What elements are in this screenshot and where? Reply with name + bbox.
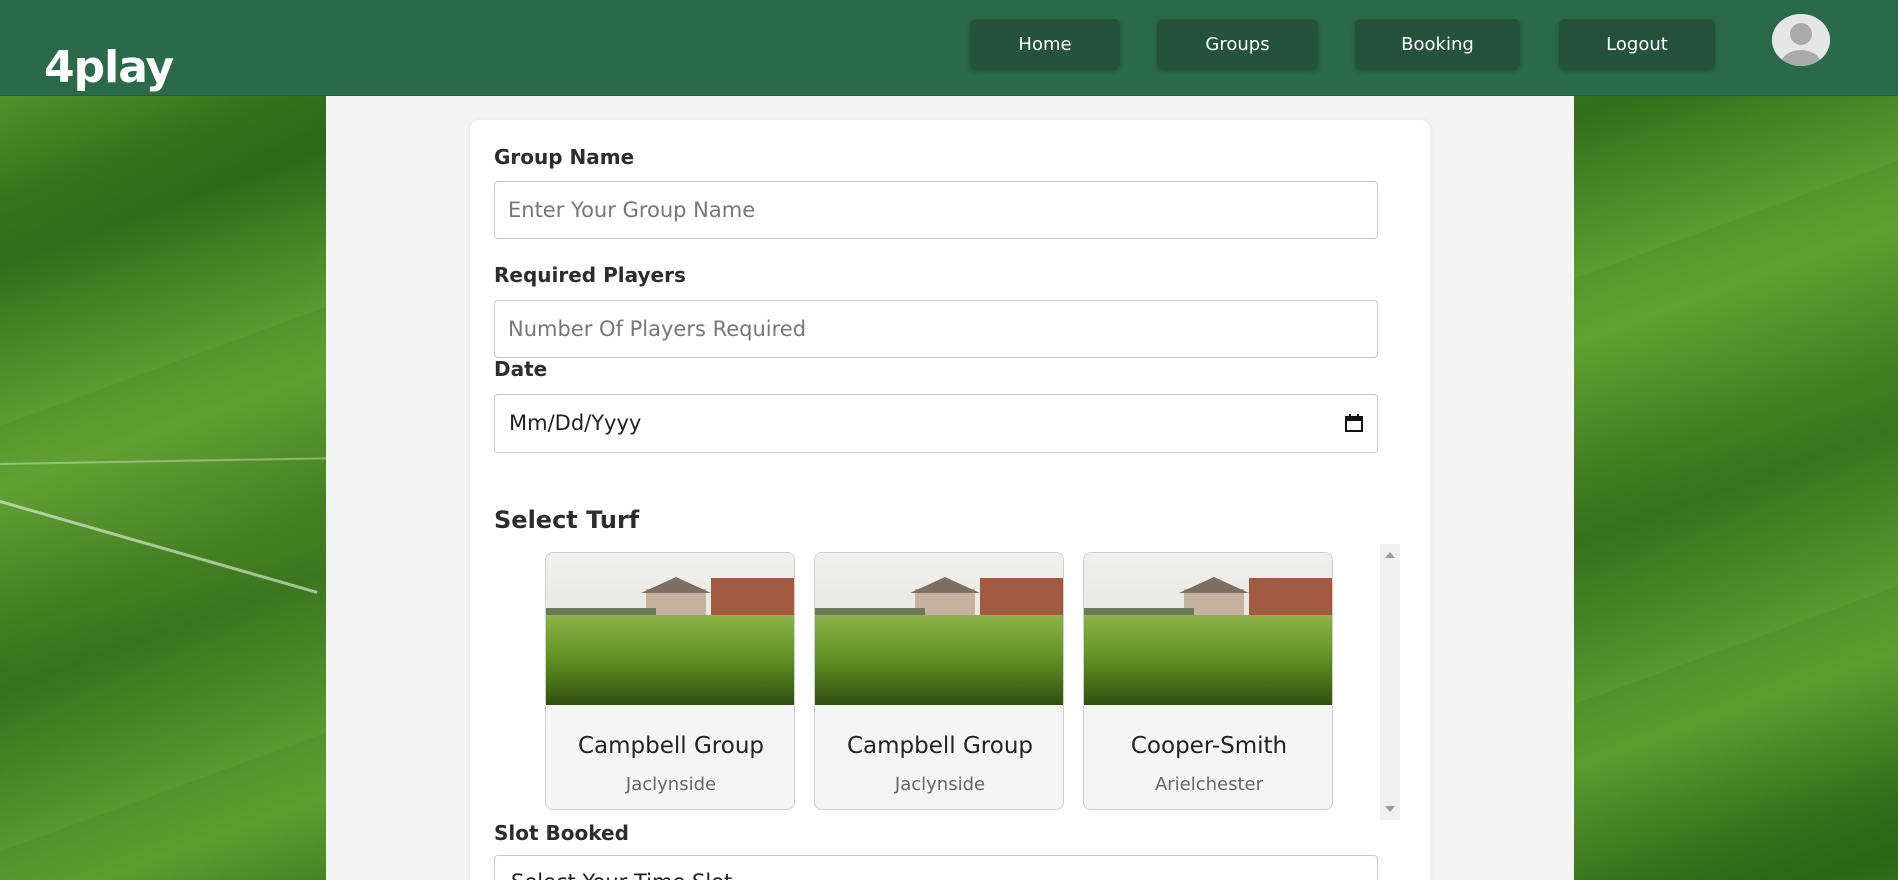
turf-card[interactable]: Campbell Group Jaclynside	[814, 552, 1064, 810]
turf-image	[815, 553, 1063, 705]
calendar-icon[interactable]	[1345, 413, 1363, 437]
turf-image	[546, 553, 794, 705]
required-players-label: Required Players	[494, 263, 686, 287]
turf-name: Campbell Group	[577, 733, 765, 759]
required-players-input[interactable]	[494, 300, 1378, 358]
turf-location: Arielchester	[1154, 774, 1264, 795]
main-panel: Group Name Required Players Date Mm/Dd/Y…	[326, 96, 1574, 880]
top-header: 4play Home Groups Booking Logout	[0, 0, 1898, 96]
turf-location: Jaclynside	[625, 774, 717, 795]
create-group-form: Group Name Required Players Date Mm/Dd/Y…	[470, 120, 1430, 880]
scroll-down-icon[interactable]	[1385, 806, 1395, 812]
turf-name: Cooper-Smith	[1130, 733, 1288, 759]
slot-booked-label: Slot Booked	[494, 821, 629, 845]
nav-groups-button[interactable]: Groups	[1157, 19, 1318, 69]
turf-card[interactable]: Cooper-Smith Arielchester	[1083, 552, 1333, 810]
time-slot-select[interactable]: Select Your Time Slot	[494, 855, 1378, 880]
scroll-up-icon[interactable]	[1385, 552, 1395, 558]
group-name-input[interactable]	[494, 181, 1378, 239]
app-logo[interactable]: 4play	[44, 42, 174, 93]
date-input[interactable]: Mm/Dd/Yyyy	[494, 394, 1378, 453]
turf-image	[1084, 553, 1332, 705]
nav-booking-button[interactable]: Booking	[1355, 19, 1520, 69]
date-placeholder: Mm/Dd/Yyyy	[509, 411, 642, 435]
user-avatar-icon[interactable]	[1772, 14, 1830, 66]
turf-card[interactable]: Campbell Group Jaclynside	[545, 552, 795, 810]
group-name-label: Group Name	[494, 145, 635, 169]
nav-logout-button[interactable]: Logout	[1559, 19, 1715, 69]
date-label: Date	[494, 357, 548, 381]
turf-name: Campbell Group	[846, 733, 1034, 759]
select-turf-title: Select Turf	[494, 506, 640, 534]
turf-location: Jaclynside	[894, 774, 986, 795]
turf-list-scrollbar[interactable]	[1380, 544, 1400, 820]
nav-home-button[interactable]: Home	[970, 19, 1120, 69]
